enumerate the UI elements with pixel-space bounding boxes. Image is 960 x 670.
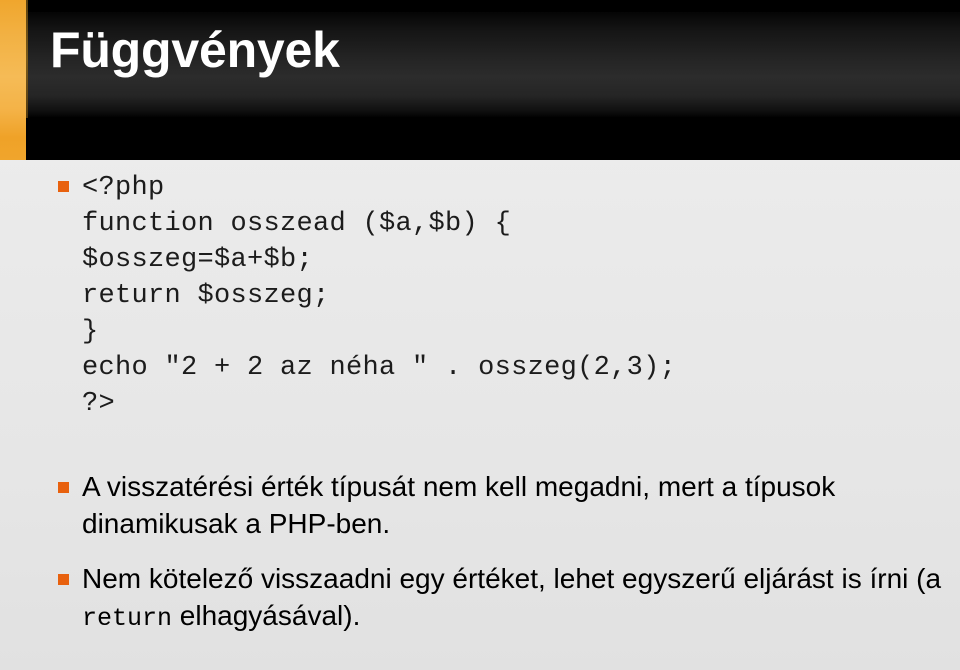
square-bullet-icon [58,482,69,493]
inline-code-token: return [82,604,173,633]
text-run: elhagyásával). [172,600,361,631]
code-line: $osszeg=$a+$b; [82,245,314,275]
code-line: function osszead ($a,$b) { [82,209,512,239]
slide-title: Függvények [50,22,340,78]
list-item: A visszatérési érték típusát nem kell me… [58,468,943,542]
list-item-text: A visszatérési érték típusát nem kell me… [82,468,943,542]
code-line: ?> [82,389,116,419]
text-run: Nem kötelező visszaadni egy értéket, leh… [82,563,942,594]
text-run: A visszatérési érték típusát nem kell me… [82,471,836,539]
left-accent-bar-edge [26,0,28,118]
code-line: return $osszeg; [82,281,330,311]
square-bullet-icon [58,181,69,192]
code-line: echo "2 + 2 az néha " . osszeg(2,3); [82,353,677,383]
list-item: Nem kötelező visszaadni egy értéket, leh… [58,560,943,637]
square-bullet-icon [58,574,69,585]
code-line: } [82,317,99,347]
code-line: <?php [82,173,165,203]
code-bullet-item: <?php function osszead ($a,$b) { $osszeg=$… [58,170,938,422]
php-code-block: <?php function osszead ($a,$b) { $osszeg=$… [82,170,938,422]
slide-body: <?php function osszead ($a,$b) { $osszeg=$… [0,160,960,670]
list-item-text: Nem kötelező visszaadni egy értéket, leh… [82,560,943,637]
presentation-slide: Függvények <?php function osszead ($a,$b)… [0,0,960,670]
left-accent-bar [0,0,26,160]
